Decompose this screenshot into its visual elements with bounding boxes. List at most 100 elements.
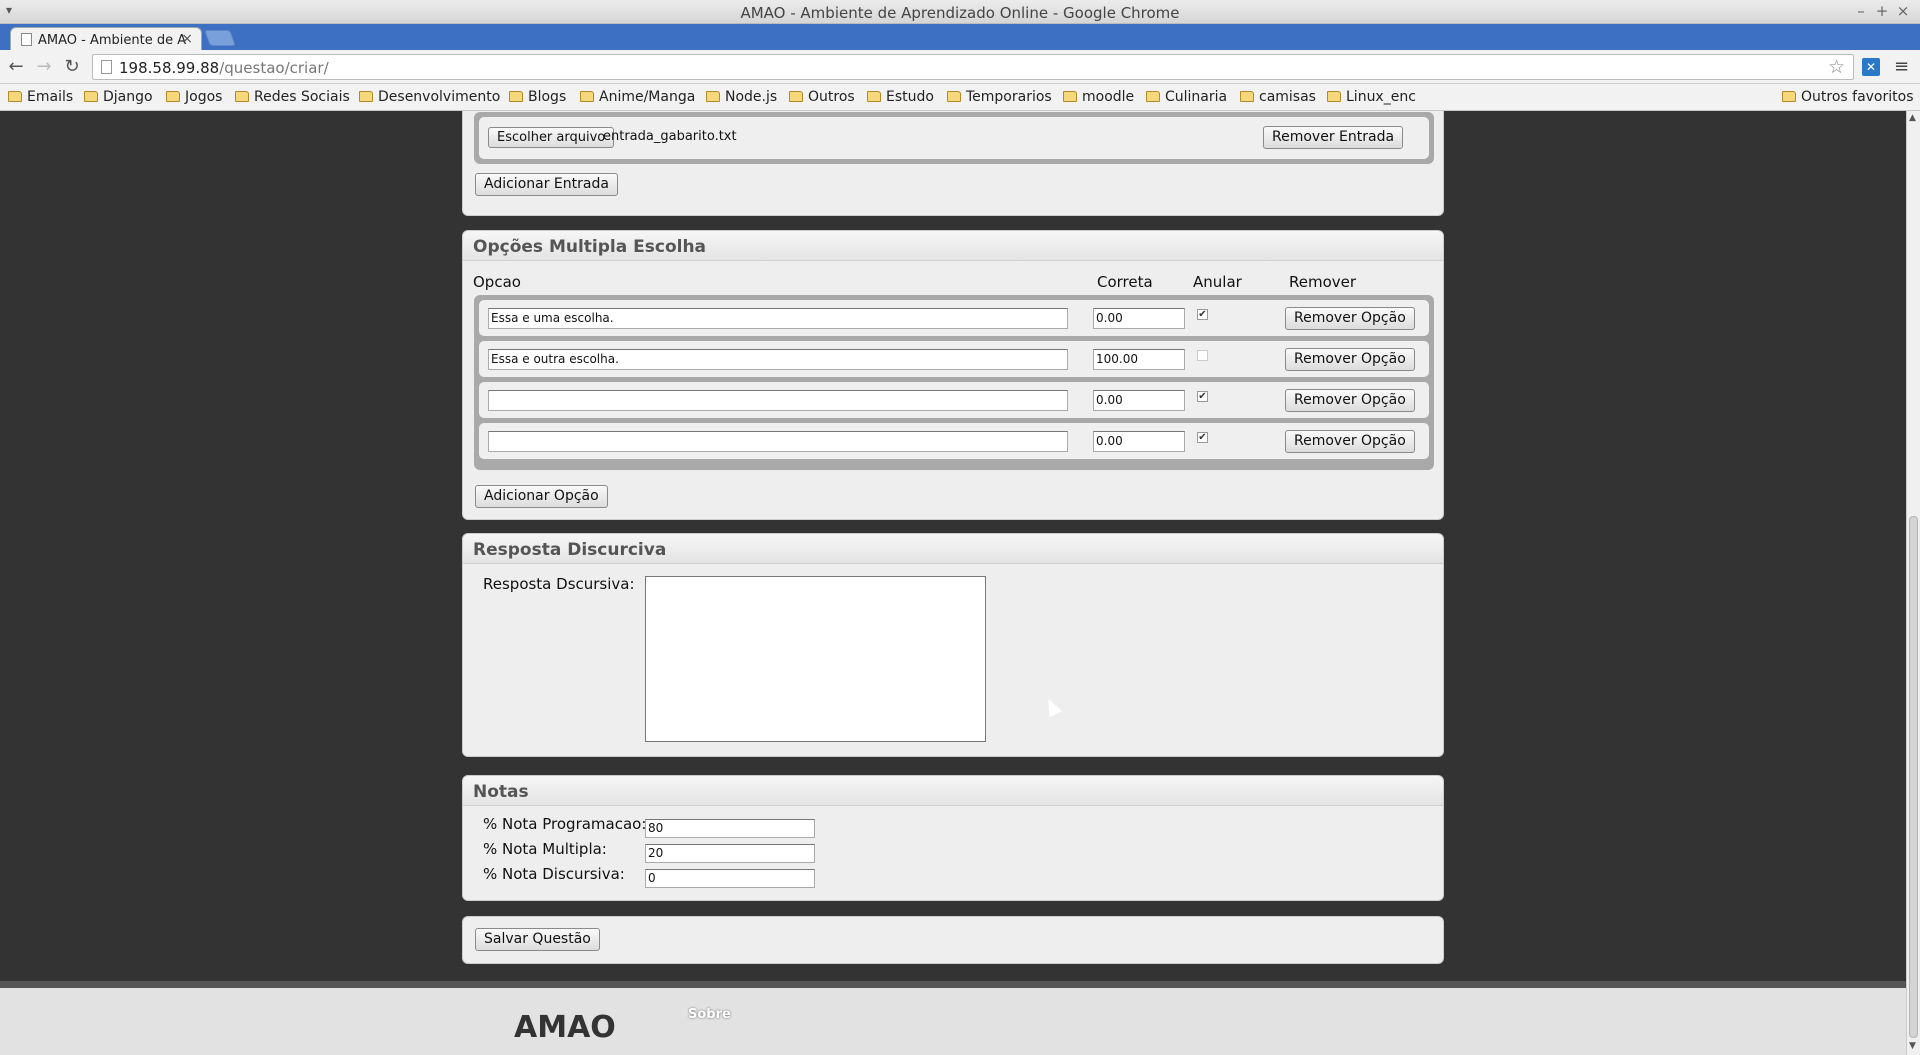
tab-title: AMAO - Ambiente de Ap (38, 33, 186, 48)
option-anular-checkbox[interactable] (1197, 350, 1208, 361)
scroll-up-icon[interactable]: ▲ (1909, 113, 1916, 123)
col-anular-label: Anular (1193, 273, 1242, 291)
extension-icon[interactable]: ✕ (1862, 58, 1880, 76)
discursive-answer-label: Resposta Dscursiva: (483, 575, 635, 593)
save-panel: Salvar Questão (462, 916, 1444, 964)
option-correta-input[interactable]: 0.00 (1093, 308, 1185, 329)
bookmark-folder[interactable]: Outros (789, 89, 855, 105)
scrollbar-thumb[interactable] (1909, 516, 1918, 1038)
bookmark-folder[interactable]: Emails (8, 89, 73, 105)
choose-file-button[interactable]: Escolher arquivo (488, 127, 615, 148)
remove-option-button[interactable]: Remover Opção (1285, 430, 1415, 453)
folder-icon (789, 91, 803, 102)
bookmarks-bar: Emails Django Jogos Redes Sociais Desenv… (0, 84, 1920, 111)
folder-icon (84, 91, 98, 102)
option-row: Essa e uma escolha. 0.00 ✔ Remover Opção (479, 300, 1429, 336)
option-anular-checkbox[interactable]: ✔ (1197, 432, 1208, 443)
close-window-button[interactable]: × (1895, 2, 1911, 20)
multiple-choice-panel: Opções Multipla Escolha Opcao Correta An… (462, 230, 1444, 520)
grades-panel: Notas % Nota Programacao: 80 % Nota Mult… (462, 775, 1444, 901)
folder-icon (1327, 91, 1341, 102)
bookmark-folder[interactable]: moodle (1063, 89, 1134, 105)
folder-icon (359, 91, 373, 102)
folder-icon (1063, 91, 1077, 102)
grades-header: Notas (463, 776, 1443, 806)
bookmark-folder[interactable]: Blogs (509, 89, 566, 105)
option-row: 0.00 ✔ Remover Opção (479, 423, 1429, 459)
option-correta-input[interactable]: 100.00 (1093, 349, 1185, 370)
folder-icon (8, 91, 22, 102)
option-anular-checkbox[interactable]: ✔ (1197, 309, 1208, 320)
folder-icon (509, 91, 523, 102)
bookmark-folder[interactable]: camisas (1240, 89, 1316, 105)
folder-icon (947, 91, 961, 102)
reload-icon[interactable]: ↻ (62, 56, 82, 77)
bookmark-folder[interactable]: Redes Sociais (235, 89, 350, 105)
option-text-input[interactable]: Essa e outra escolha. (488, 349, 1068, 370)
col-correta-label: Correta (1097, 273, 1153, 291)
remove-option-button[interactable]: Remover Opção (1285, 348, 1415, 371)
option-row: 0.00 ✔ Remover Opção (479, 382, 1429, 418)
bookmark-other-favorites[interactable]: Outros favoritos (1782, 89, 1914, 105)
chrome-menu-icon[interactable]: ≡ (1894, 56, 1909, 77)
discursive-header: Resposta Discurciva (463, 534, 1443, 564)
discursive-grade-input[interactable]: 0 (645, 869, 815, 888)
bookmark-star-icon[interactable]: ☆ (1828, 56, 1845, 78)
multiple-grade-label: % Nota Multipla: (483, 840, 607, 858)
option-text-input[interactable] (488, 431, 1068, 452)
url-text: 198.58.99.88/questao/criar/ (119, 59, 329, 77)
window-title: AMAO - Ambiente de Aprendizado Online - … (740, 4, 1180, 22)
entradas-list: Escolher arquivo entrada_gabarito.txt Re… (474, 112, 1434, 164)
save-question-button[interactable]: Salvar Questão (475, 928, 600, 951)
folder-icon (1146, 91, 1160, 102)
discursive-answer-textarea[interactable] (645, 576, 986, 742)
folder-icon (235, 91, 249, 102)
bookmark-folder[interactable]: Estudo (867, 89, 934, 105)
programming-grade-label: % Nota Programacao: (483, 815, 647, 833)
site-footer: AMAO Sobre (0, 981, 1906, 1055)
remove-option-button[interactable]: Remover Opção (1285, 307, 1415, 330)
bookmark-folder[interactable]: Temporarios (947, 89, 1052, 105)
multiple-choice-header: Opções Multipla Escolha (463, 231, 1443, 261)
option-correta-input[interactable]: 0.00 (1093, 390, 1185, 411)
page-scrollbar[interactable]: ▲ ▼ (1906, 111, 1920, 1055)
add-entry-button[interactable]: Adicionar Entrada (475, 173, 618, 196)
tab-close-icon[interactable]: × (181, 31, 193, 47)
option-row: Essa e outra escolha. 100.00 Remover Opç… (479, 341, 1429, 377)
option-anular-checkbox[interactable]: ✔ (1197, 391, 1208, 402)
minimize-button[interactable]: – (1853, 2, 1869, 20)
folder-icon (1782, 91, 1796, 102)
maximize-button[interactable]: + (1874, 2, 1890, 20)
footer-sobre-link[interactable]: Sobre (688, 1007, 731, 1022)
discursive-grade-label: % Nota Discursiva: (483, 865, 625, 883)
option-text-input[interactable] (488, 390, 1068, 411)
back-icon[interactable]: ← (6, 56, 26, 77)
bookmark-folder[interactable]: Linux_enc (1327, 89, 1416, 105)
page-viewport: Escolher arquivo entrada_gabarito.txt Re… (0, 111, 1906, 1055)
page-favicon-icon (21, 33, 32, 46)
folder-icon (867, 91, 881, 102)
bookmark-folder[interactable]: Culinaria (1146, 89, 1227, 105)
col-opcao-label: Opcao (473, 273, 521, 291)
remove-entry-button[interactable]: Remover Entrada (1263, 126, 1404, 149)
programming-grade-input[interactable]: 80 (645, 819, 815, 838)
scroll-down-icon[interactable]: ▼ (1909, 1041, 1916, 1051)
folder-icon (706, 91, 720, 102)
tab-amao[interactable]: AMAO - Ambiente de Ap × (10, 27, 202, 51)
bookmark-folder[interactable]: Anime/Manga (580, 89, 695, 105)
forward-icon[interactable]: → (34, 56, 54, 77)
multiple-grade-input[interactable]: 20 (645, 844, 815, 863)
file-name: entrada_gabarito.txt (603, 129, 737, 144)
address-bar[interactable]: 198.58.99.88/questao/criar/ ☆ (92, 54, 1854, 80)
option-correta-input[interactable]: 0.00 (1093, 431, 1185, 452)
bookmark-folder[interactable]: Desenvolvimento (359, 89, 500, 105)
new-tab-button[interactable] (204, 30, 236, 46)
option-text-input[interactable]: Essa e uma escolha. (488, 308, 1068, 329)
bookmark-folder[interactable]: Node.js (706, 89, 777, 105)
bookmark-folder[interactable]: Jogos (166, 89, 222, 105)
bookmark-folder[interactable]: Django (84, 89, 153, 105)
add-option-button[interactable]: Adicionar Opção (475, 485, 608, 508)
col-remover-label: Remover (1289, 273, 1357, 291)
remove-option-button[interactable]: Remover Opção (1285, 389, 1415, 412)
window-title-bar: ▾ AMAO - Ambiente de Aprendizado Online … (0, 0, 1920, 24)
